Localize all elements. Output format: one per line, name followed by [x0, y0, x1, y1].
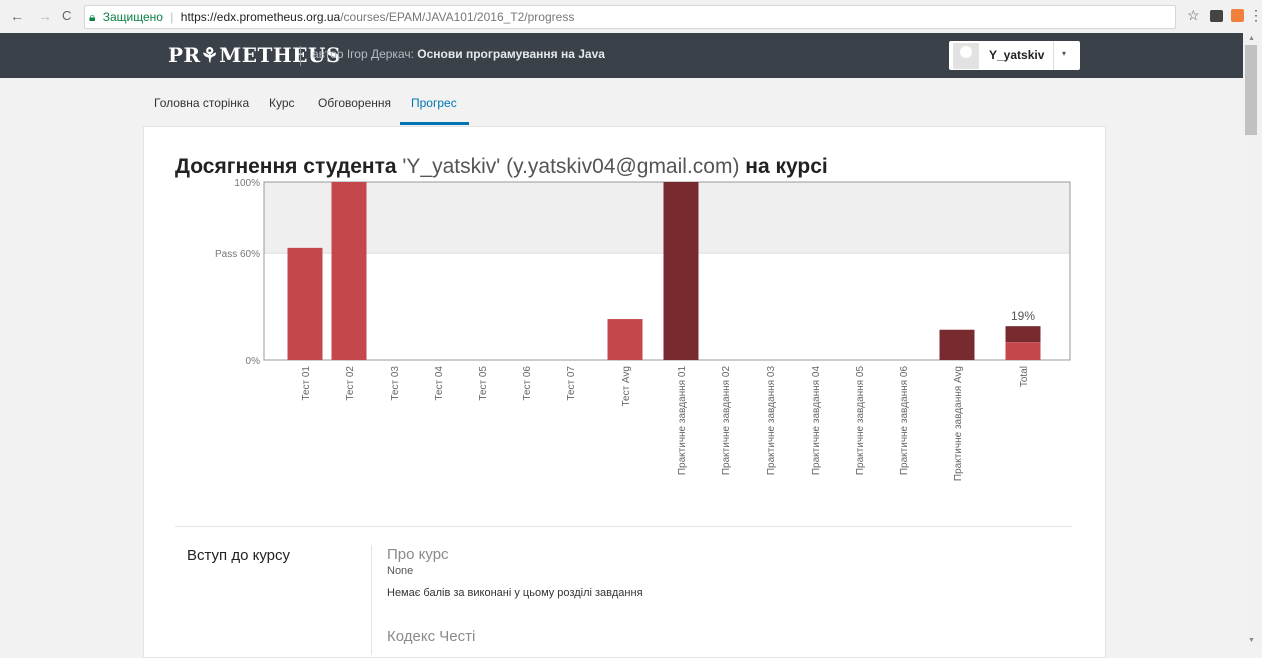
x-tick-label: Практичне завдання Avg [953, 366, 964, 481]
x-tick-label: Практичне завдання 03 [766, 366, 777, 476]
site-header: PR⚘METHEUS автор Ігор Деркач: Основи про… [0, 33, 1243, 78]
forward-icon[interactable]: → [38, 8, 52, 24]
tab-discussion[interactable]: Обговорення [318, 96, 391, 110]
x-tick-label: Практичне завдання 04 [811, 366, 822, 476]
subsection-score-message: Немає балів за виконані у цьому розділі … [387, 587, 643, 599]
lock-icon: 🔒︎ [89, 10, 96, 24]
scroll-down-icon[interactable]: ▼ [1248, 637, 1255, 644]
subsection-title[interactable]: Про курс [387, 546, 449, 563]
active-tab-indicator [400, 122, 469, 125]
x-tick-label: Тест 04 [434, 366, 445, 401]
extension-icon[interactable] [1231, 9, 1244, 22]
title-prefix: Досягнення студента [175, 155, 397, 178]
menu-icon[interactable]: ⋮ [1249, 7, 1262, 24]
x-tick-label: Практичне завдання 02 [721, 366, 732, 476]
y-tick-label: Pass 60% [215, 249, 260, 260]
user-menu-divider [1053, 41, 1054, 70]
subsection-title-2[interactable]: Кодекс Честі [387, 628, 475, 645]
url-path: /courses/EPAM/JAVA101/2016_T2/progress [340, 10, 575, 24]
star-icon[interactable]: ☆ [1187, 7, 1200, 24]
section-divider [175, 526, 1072, 527]
section-vertical-line [371, 545, 372, 655]
tab-progress[interactable]: Прогрес [411, 96, 457, 110]
x-tick-label: Практичне завдання 05 [855, 366, 866, 476]
bar [939, 329, 975, 360]
header-divider [300, 46, 301, 66]
x-tick-label: Тест 07 [566, 366, 577, 401]
x-tick-label: Тест 03 [390, 366, 401, 401]
x-tick-label: Тест Avg [621, 366, 632, 407]
x-tick-label: Практичне завдання 06 [899, 366, 910, 476]
x-tick-label: Тест 02 [345, 366, 356, 401]
bar [607, 319, 643, 360]
x-tick-label: Тест 05 [478, 366, 489, 401]
username[interactable]: Y_yatskiv [989, 48, 1044, 62]
total-data-label: 19% [1011, 309, 1035, 323]
section-name: Вступ до курсу [187, 547, 291, 564]
scrollbar-thumb[interactable] [1245, 45, 1257, 135]
x-tick-label: Практичне завдання 01 [677, 366, 688, 476]
title-student: 'Y_yatskiv' (y.yatskiv04@gmail.com) [402, 155, 740, 178]
user-menu[interactable]: Y_yatskiv ▾ [949, 41, 1080, 70]
bar [663, 182, 699, 360]
course-info: автор Ігор Деркач: Основи програмування … [312, 47, 605, 61]
avatar [953, 43, 979, 69]
reload-icon[interactable]: C [62, 8, 71, 23]
x-tick-label: Тест 06 [522, 366, 533, 401]
bar [331, 182, 367, 360]
title-suffix: на курсі [745, 155, 828, 178]
mail-extension-icon[interactable] [1210, 10, 1223, 22]
back-icon[interactable]: ← [10, 8, 24, 24]
x-tick-label: Тест 01 [301, 366, 312, 401]
caret-down-icon[interactable]: ▾ [1062, 49, 1066, 58]
course-author: автор Ігор Деркач: [312, 47, 414, 61]
subsection-date: None [387, 565, 414, 577]
bar-total-tests [1005, 342, 1041, 360]
address-bar[interactable]: 🔒︎ Защищено | https://edx.prometheus.org… [84, 5, 1176, 29]
y-tick-label: 100% [234, 178, 260, 189]
tab-course[interactable]: Курс [269, 96, 295, 110]
bar-total-practical [1005, 326, 1041, 343]
tab-home[interactable]: Головна сторінка [154, 96, 249, 110]
browser-toolbar: ← → C 🔒︎ Защищено | https://edx.promethe… [0, 0, 1262, 34]
url-divider: | [170, 10, 174, 24]
grade-chart: 100% Pass 60% 0% Тест 01 Тест 02 Тест 03 Тест … [215, 178, 1071, 481]
x-tick-label: Total [1019, 366, 1030, 387]
secure-label: Защищено [102, 10, 163, 24]
bar [287, 247, 323, 360]
url-host: https://edx.prometheus.org.ua [180, 10, 341, 24]
course-name: Основи програмування на Java [417, 47, 605, 61]
y-tick-label: 0% [246, 356, 261, 367]
scroll-up-icon[interactable]: ▲ [1248, 35, 1255, 42]
